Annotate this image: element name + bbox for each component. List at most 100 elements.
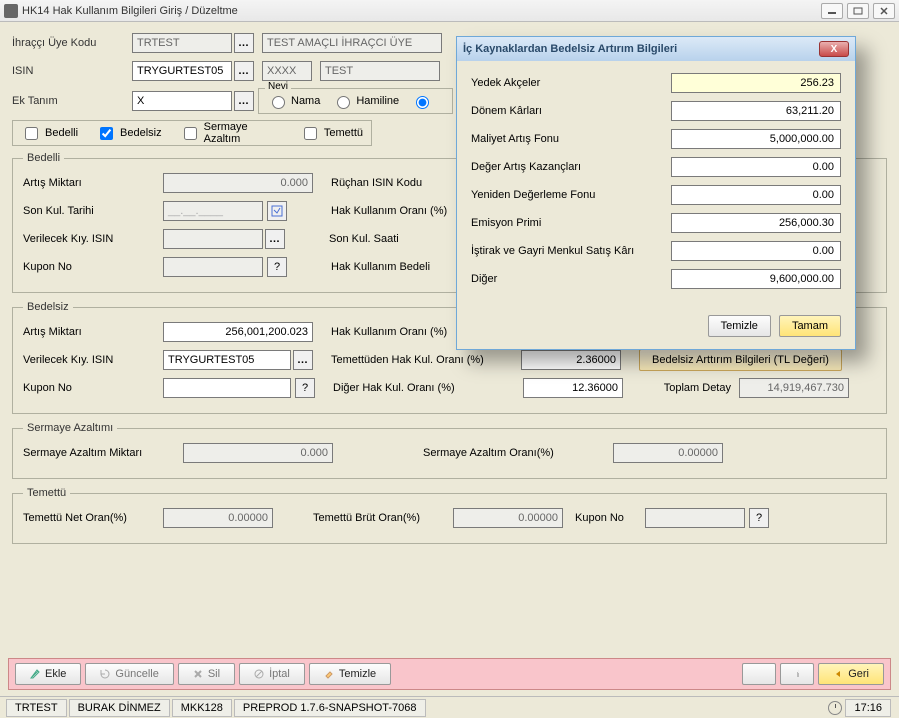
- modal-title: İç Kaynaklardan Bedelsiz Artırım Bilgile…: [463, 43, 819, 55]
- ihracci-desc-input: TEST AMAÇLI İHRAÇCI ÜYE: [262, 33, 442, 53]
- modal-yedek-label: Yedek Akçeler: [471, 77, 671, 89]
- status-env: PREPROD 1.7.6-SNAPSHOT-7068: [234, 699, 426, 717]
- nevi-extra-radio[interactable]: [411, 93, 432, 109]
- print-button[interactable]: [780, 663, 814, 685]
- guncelle-button[interactable]: Güncelle: [85, 663, 173, 685]
- modal-emisyon-label: Emisyon Primi: [471, 217, 671, 229]
- temettu-net-input: 0.00000: [163, 508, 273, 528]
- bedelsiz-dhk-label: Diğer Hak Kul. Oranı (%): [333, 382, 523, 394]
- isin-test-input: TEST: [320, 61, 440, 81]
- bedelli-checkbox[interactable]: Bedelli: [21, 124, 78, 143]
- window-close-button[interactable]: [873, 3, 895, 19]
- isin-lookup-button[interactable]: …: [234, 61, 254, 81]
- bedelsiz-dhk-input[interactable]: 12.36000: [523, 378, 623, 398]
- bedelsiz-toplam-label: Toplam Detay: [651, 382, 731, 394]
- modal-deger-input[interactable]: 0.00: [671, 157, 841, 177]
- temettu-net-label: Temettü Net Oran(%): [23, 512, 163, 524]
- bedelsiz-kupon-input[interactable]: [163, 378, 291, 398]
- iptal-button[interactable]: İptal: [239, 663, 305, 685]
- modal-istirak-label: İştirak ve Gayri Menkul Satış Kârı: [471, 245, 671, 257]
- ektanim-lookup-button[interactable]: …: [234, 91, 254, 111]
- action-toolbar: Ekle Güncelle Sil İptal Temizle Geri: [8, 658, 891, 690]
- sermaye-oran-label: Sermaye Azaltım Oranı(%): [423, 447, 613, 459]
- bedelsiz-ver-lookup-button[interactable]: …: [293, 350, 313, 370]
- bedelsiz-artis-input[interactable]: 256,001,200.023: [163, 322, 313, 342]
- bedelsiz-thk-label: Temettüden Hak Kul. Oranı (%): [331, 354, 521, 366]
- sil-button[interactable]: Sil: [178, 663, 235, 685]
- blank-button[interactable]: [742, 663, 776, 685]
- isin-xxx-input: XXXX: [262, 61, 312, 81]
- sermaye-legend: Sermaye Azaltımı: [23, 422, 117, 434]
- bedelsiz-modal: İç Kaynaklardan Bedelsiz Artırım Bilgile…: [456, 36, 856, 350]
- ihracci-label: İhraççı Üye Kodu: [12, 37, 132, 49]
- isin-input[interactable]: TRYGURTEST05: [132, 61, 232, 81]
- status-user: TRTEST: [6, 699, 67, 717]
- nevi-hamiline-radio[interactable]: Hamiline: [332, 93, 399, 109]
- bedelsiz-ver-label: Verilecek Kıy. ISIN: [23, 354, 163, 366]
- modal-maliyet-label: Maliyet Artış Fonu: [471, 133, 671, 145]
- ihracci-lookup-button[interactable]: …: [234, 33, 254, 53]
- bedelli-kupon-label: Kupon No: [23, 261, 163, 273]
- isin-label: ISIN: [12, 65, 132, 77]
- temettu-checkbox[interactable]: Temettü: [300, 124, 363, 143]
- temettu-brut-label: Temettü Brüt Oran(%): [313, 512, 453, 524]
- temizle-button[interactable]: Temizle: [309, 663, 391, 685]
- modal-yeniden-label: Yeniden Değerleme Fonu: [471, 189, 671, 201]
- ekle-button[interactable]: Ekle: [15, 663, 81, 685]
- modal-close-button[interactable]: X: [819, 41, 849, 57]
- window-maximize-button[interactable]: [847, 3, 869, 19]
- bedelli-ver-lookup-button[interactable]: …: [265, 229, 285, 249]
- sermaye-mik-label: Sermaye Azaltım Miktarı: [23, 447, 183, 459]
- modal-donem-label: Dönem Kârları: [471, 105, 671, 117]
- delete-icon: [193, 669, 203, 679]
- temettu-kupon-help-button[interactable]: ?: [749, 508, 769, 528]
- bedelli-legend: Bedelli: [23, 152, 64, 164]
- modal-maliyet-input[interactable]: 5,000,000.00: [671, 129, 841, 149]
- ihracci-code-input: TRTEST: [132, 33, 232, 53]
- back-arrow-icon: [833, 669, 843, 679]
- nevi-nama-radio[interactable]: Nama: [267, 93, 320, 109]
- temettu-legend: Temettü: [23, 487, 70, 499]
- bedelsiz-ver-input[interactable]: TRYGURTEST05: [163, 350, 291, 370]
- modal-titlebar: İç Kaynaklardan Bedelsiz Artırım Bilgile…: [457, 37, 855, 61]
- add-icon: [30, 669, 40, 679]
- refresh-icon: [100, 669, 110, 679]
- app-icon: [4, 4, 18, 18]
- bedelsiz-checkbox[interactable]: Bedelsiz: [96, 124, 162, 143]
- bedelsiz-bilgiler-button[interactable]: Bedelsiz Arttırım Bilgileri (TL Değeri): [639, 349, 842, 371]
- modal-temizle-button[interactable]: Temizle: [708, 315, 771, 337]
- bedelli-ver-input: [163, 229, 263, 249]
- temettu-brut-input: 0.00000: [453, 508, 563, 528]
- bedelsiz-toplam-input: 14,919,467.730: [739, 378, 849, 398]
- nevi-legend: Nevi: [265, 81, 291, 92]
- modal-yedek-input[interactable]: 256.23: [671, 73, 841, 93]
- bedelli-kupon-help-button[interactable]: ?: [267, 257, 287, 277]
- bedelli-sonkul-label: Son Kul. Tarihi: [23, 205, 163, 217]
- bedelli-date-picker-button[interactable]: [267, 201, 287, 221]
- window-titlebar: HK14 Hak Kullanım Bilgileri Giriş / Düze…: [0, 0, 899, 22]
- modal-diger-input[interactable]: 9,600,000.00: [671, 269, 841, 289]
- status-time: 17:16: [845, 699, 891, 717]
- bedelsiz-legend: Bedelsiz: [23, 301, 73, 313]
- bedelsiz-kupon-help-button[interactable]: ?: [295, 378, 315, 398]
- nevi-group: Nevi Nama Hamiline: [258, 88, 453, 114]
- bedelsiz-thk-input[interactable]: 2.36000: [521, 350, 621, 370]
- temettu-kupon-input: [645, 508, 745, 528]
- options-checkbox-row: Bedelli Bedelsiz Sermaye Azaltım Temettü: [12, 120, 372, 146]
- window-minimize-button[interactable]: [821, 3, 843, 19]
- bedelli-sonkul-input: __.__.____: [163, 201, 263, 221]
- modal-emisyon-input[interactable]: 256,000.30: [671, 213, 841, 233]
- modal-istirak-input[interactable]: 0.00: [671, 241, 841, 261]
- bedelli-kupon-input: [163, 257, 263, 277]
- sermaye-checkbox[interactable]: Sermaye Azaltım: [180, 121, 282, 145]
- cancel-icon: [254, 669, 264, 679]
- modal-donem-input[interactable]: 63,211.20: [671, 101, 841, 121]
- modal-tamam-button[interactable]: Tamam: [779, 315, 841, 337]
- ektanim-input[interactable]: X: [132, 91, 232, 111]
- status-name: BURAK DİNMEZ: [69, 699, 170, 717]
- modal-yeniden-input[interactable]: 0.00: [671, 185, 841, 205]
- window-title: HK14 Hak Kullanım Bilgileri Giriş / Düze…: [22, 5, 821, 17]
- geri-button[interactable]: Geri: [818, 663, 884, 685]
- sermaye-fieldset: Sermaye Azaltımı Sermaye Azaltım Miktarı…: [12, 422, 887, 479]
- status-code: MKK128: [172, 699, 232, 717]
